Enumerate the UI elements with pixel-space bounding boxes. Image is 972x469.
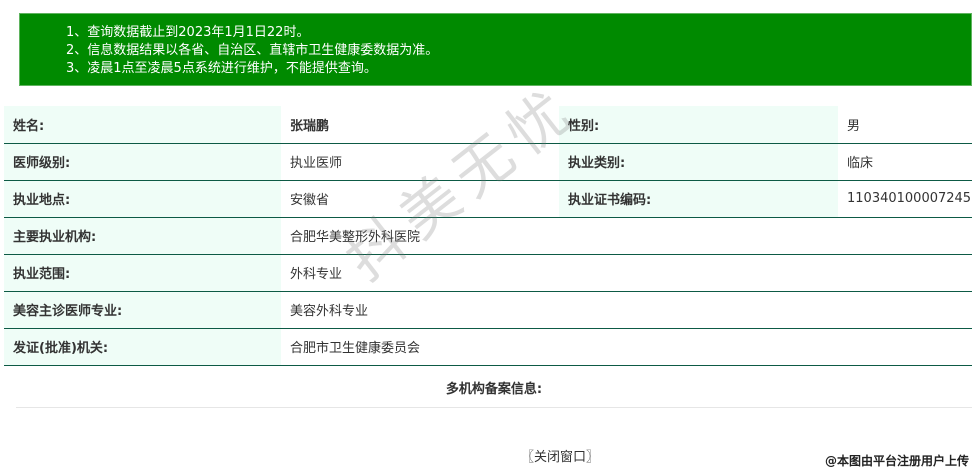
table-row: 发证(批准)机关: 合肥市卫生健康委员会 (4, 328, 972, 366)
notice-line: 3、凌晨1点至凌晨5点系统进行维护，不能提供查询。 (66, 61, 377, 76)
level-label: 医师级别: (4, 143, 281, 181)
category-label: 执业类别: (559, 143, 838, 181)
gender-value: 男 (838, 106, 972, 144)
level-value: 执业医师 (281, 143, 559, 181)
table-row: 美容主诊医师专业: 美容外科专业 (4, 291, 972, 329)
category-value: 临床 (838, 143, 972, 181)
authority-label: 发证(批准)机关: (4, 328, 281, 366)
multi-institution-heading: 多机构备案信息: (16, 372, 972, 408)
table-row: 医师级别: 执业医师 执业类别: 临床 (4, 143, 972, 181)
location-label: 执业地点: (4, 180, 281, 218)
table-row: 姓名: 张瑞鹏 性别: 男 (4, 106, 972, 144)
gender-label: 性别: (559, 106, 838, 144)
notice-line: 2、信息数据结果以各省、自治区、直辖市卫生健康委数据为准。 (66, 43, 439, 58)
scope-value: 外科专业 (281, 254, 972, 292)
location-value: 安徽省 (281, 180, 559, 218)
notice-banner: 1、查询数据截止到2023年1月1日22时。 2、信息数据结果以各省、自治区、直… (19, 13, 972, 86)
cert-label: 执业证书编码: (559, 180, 838, 218)
table-row: 执业地点: 安徽省 执业证书编码: 110340100007245 (4, 180, 972, 218)
authority-value: 合肥市卫生健康委员会 (281, 328, 972, 366)
name-value: 张瑞鹏 (281, 106, 559, 144)
specialty-label: 美容主诊医师专业: (4, 291, 281, 329)
table-row: 主要执业机构: 合肥华美整形外科医院 (4, 217, 972, 255)
scope-label: 执业范围: (4, 254, 281, 292)
doctor-info-table: 姓名: 张瑞鹏 性别: 男 医师级别: 执业医师 执业类别: 临床 执业地点: … (4, 106, 972, 366)
specialty-value: 美容外科专业 (281, 291, 972, 329)
notice-line: 1、查询数据截止到2023年1月1日22时。 (66, 25, 310, 40)
table-row: 执业范围: 外科专业 (4, 254, 972, 292)
cert-value: 110340100007245 (838, 180, 972, 218)
institution-label: 主要执业机构: (4, 217, 281, 255)
upload-credit: @本图由平台注册用户上传 (824, 454, 969, 468)
name-label: 姓名: (4, 106, 281, 144)
institution-value: 合肥华美整形外科医院 (281, 217, 972, 255)
